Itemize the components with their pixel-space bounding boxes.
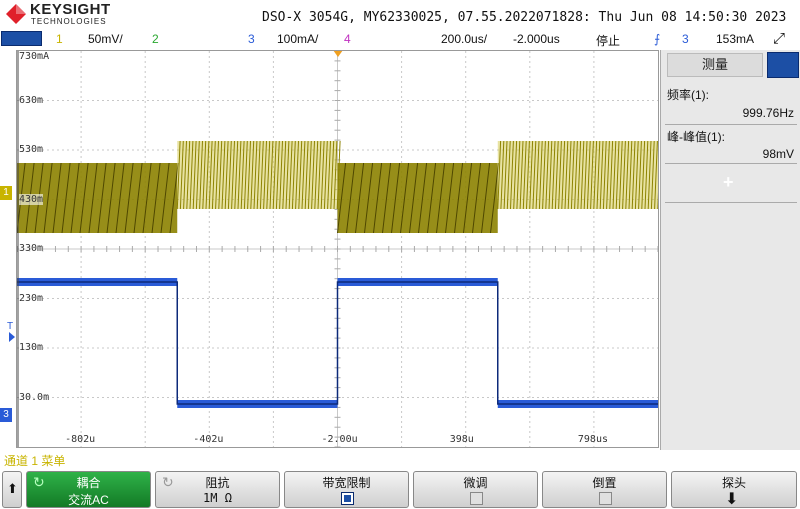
- ch1-scale[interactable]: 50mV/: [88, 32, 123, 46]
- trigger-level[interactable]: 153mA: [716, 32, 754, 46]
- fine-label: 微调: [463, 476, 488, 490]
- impedance-value: 1M Ω: [203, 491, 232, 505]
- probe-softkey[interactable]: 探头 ⬇: [671, 471, 797, 508]
- fine-checkbox[interactable]: [469, 492, 483, 505]
- invert-label: 倒置: [592, 476, 617, 490]
- main-menu-button[interactable]: [1, 31, 42, 46]
- channel-bar: 1 50mV/ 2 3 100mA/ 4 200.0us/ -2.000us 停…: [0, 30, 800, 48]
- meas-divider: [665, 202, 797, 203]
- coupling-label: 耦合: [76, 476, 101, 490]
- trigger-position-icon: [333, 51, 343, 57]
- ch3-trace: [17, 281, 658, 405]
- trigger-source[interactable]: 3: [682, 32, 689, 46]
- trigger-edge-icon: ⨍: [654, 32, 661, 46]
- y-axis-label: 330m: [19, 243, 44, 254]
- top-bar: KEYSIGHT TECHNOLOGIES DSO-X 3054G, MY623…: [0, 0, 800, 30]
- up-arrow-icon: ⬆: [7, 481, 18, 496]
- invert-checkbox[interactable]: [598, 492, 612, 505]
- coupling-softkey[interactable]: ↻ 耦合 交流AC: [26, 471, 151, 508]
- fine-softkey[interactable]: 微调: [413, 471, 538, 508]
- measure-tab[interactable]: 测量: [667, 53, 763, 77]
- freq-label: 频率(1):: [667, 88, 710, 102]
- bwlimit-label: 带宽限制: [322, 476, 371, 490]
- bandwidth-limit-softkey[interactable]: 带宽限制: [284, 471, 409, 508]
- y-axis-label: 630m: [19, 94, 44, 106]
- x-axis-label: 398u: [449, 434, 474, 445]
- ch3-scale[interactable]: 100mA/: [277, 32, 318, 46]
- brand-sub: TECHNOLOGIES: [31, 17, 107, 26]
- meas-divider: [665, 163, 797, 164]
- run-state[interactable]: 停止: [596, 32, 620, 49]
- timebase-scale[interactable]: 200.0us/: [441, 32, 487, 46]
- measure-config-button[interactable]: [767, 52, 799, 78]
- measurement-panel: 测量 频率(1): 999.76Hz 峰-峰值(1): 98mV +: [660, 50, 800, 450]
- waveform-svg: [17, 51, 658, 447]
- y-axis-label: 30.0m: [19, 391, 50, 403]
- freq-value: 999.76Hz: [742, 106, 794, 120]
- menu-title: 通道 1 菜单: [4, 454, 66, 468]
- x-axis-label: -802u: [65, 434, 96, 445]
- ch4-number[interactable]: 4: [344, 32, 351, 46]
- ch1-number[interactable]: 1: [56, 32, 63, 46]
- ch3-number[interactable]: 3: [248, 32, 255, 46]
- coupling-value: 交流AC: [68, 493, 109, 507]
- channel-marker-strip: 1 T 3: [0, 50, 16, 448]
- vpp-value: 98mV: [762, 147, 794, 161]
- trigger-level-arrow-icon: [9, 332, 15, 342]
- trigger-level-marker[interactable]: T: [7, 321, 13, 332]
- timebase-delay[interactable]: -2.000us: [513, 32, 560, 46]
- meas-divider: [665, 124, 797, 125]
- ch2-number[interactable]: 2: [152, 32, 159, 46]
- x-axis-label: 798us: [577, 434, 608, 445]
- down-arrow-icon: ⬇: [725, 491, 739, 508]
- y-axis-label: 130m: [19, 342, 44, 353]
- impedance-softkey[interactable]: ↻ 阻抗 1M Ω: [155, 471, 280, 508]
- waveform-display[interactable]: 730mA 630m 530m 430m 330m 230m 130m 30.0m -802u…: [16, 50, 659, 448]
- bwlimit-checkbox[interactable]: [340, 492, 354, 505]
- ch1-ground-marker[interactable]: 1: [0, 186, 12, 200]
- y-axis-label: 430m: [19, 193, 44, 205]
- x-axis-label: -2.00u: [321, 434, 358, 445]
- add-measurement-icon[interactable]: +: [723, 172, 734, 193]
- y-axis-label: 230m: [19, 292, 44, 304]
- acquire-icon[interactable]: ⤢: [773, 30, 785, 47]
- keysight-logo-icon: [6, 4, 26, 24]
- y-axis-label: 730mA: [19, 51, 50, 62]
- ch3-ground-marker[interactable]: 3: [0, 408, 12, 422]
- menu-up-button[interactable]: ⬆: [2, 471, 22, 508]
- instrument-title: DSO-X 3054G, MY62330025, 07.55.202207182…: [262, 10, 787, 25]
- vpp-label: 峰-峰值(1):: [667, 130, 725, 144]
- brand-name: KEYSIGHT: [30, 1, 111, 18]
- softkey-bar: 通道 1 菜单 ⬆ ↻ 耦合 交流AC ↻ 阻抗 1M Ω 带宽限制 微调 倒置…: [0, 450, 800, 509]
- impedance-label: 阻抗: [205, 476, 230, 490]
- y-axis-label: 530m: [19, 144, 44, 155]
- invert-softkey[interactable]: 倒置: [542, 471, 667, 508]
- x-axis-label: -402u: [193, 434, 224, 445]
